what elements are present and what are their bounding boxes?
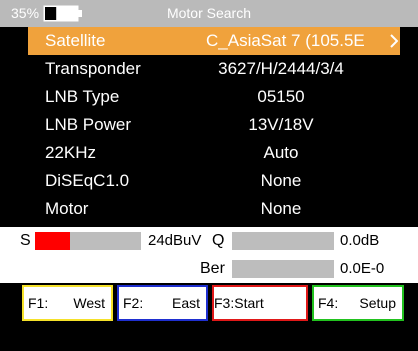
strength-bar <box>35 232 141 250</box>
quality-bar <box>232 232 334 250</box>
fkey-label: Setup <box>359 295 396 311</box>
menu-row-motor[interactable]: Motor None <box>28 195 400 223</box>
signal-panel: S 24dBuV Q 0.0dB Ber 0.0E-0 <box>0 227 418 283</box>
menu-row-diseqc[interactable]: DiSEqC1.0 None <box>28 167 400 195</box>
fkey-number: F2: <box>123 295 144 311</box>
menu-row-lnb-type[interactable]: LNB Type 05150 <box>28 83 400 111</box>
menu-label: 22KHz <box>45 143 97 162</box>
settings-menu: Satellite C_AsiaSat 7 (105.5E Transponde… <box>28 27 400 223</box>
status-bar: 35% Motor Search <box>0 0 418 27</box>
menu-label: DiSEqC1.0 <box>45 171 130 190</box>
menu-row-lnb-power[interactable]: LNB Power 13V/18V <box>28 111 400 139</box>
fkey-label: West <box>73 295 105 311</box>
f4-setup-button[interactable]: F4: Setup <box>312 285 404 321</box>
menu-value: 3627/H/2444/3/4 <box>218 59 344 78</box>
strength-bar-fill <box>35 232 70 250</box>
screen-title: Motor Search <box>166 5 252 21</box>
menu-label: Motor <box>45 199 89 218</box>
menu-row-22khz[interactable]: 22KHz Auto <box>28 139 400 167</box>
menu-row-transponder[interactable]: Transponder 3627/H/2444/3/4 <box>28 55 400 83</box>
fkey-label: F3:Start Search <box>214 295 264 343</box>
fkey-number: F4: <box>318 295 339 311</box>
function-key-bar: F1: West F2: East F3:Start Search F4: Se… <box>22 283 406 343</box>
menu-label: LNB Power <box>45 115 131 134</box>
f3-start-search-button[interactable]: F3:Start Search <box>212 285 308 343</box>
quality-label: Q <box>212 232 225 249</box>
ber-bar <box>232 260 334 278</box>
f2-east-button[interactable]: F2: East <box>117 285 208 321</box>
menu-value: C_AsiaSat 7 (105.5E <box>206 31 365 50</box>
menu-value: Auto <box>263 143 299 162</box>
fkey-number: F1: <box>28 295 49 311</box>
strength-label: S <box>20 232 31 249</box>
quality-value: 0.0dB <box>340 232 380 249</box>
f1-west-button[interactable]: F1: West <box>22 285 113 321</box>
ber-value: 0.0E-0 <box>340 260 385 277</box>
menu-label: Satellite <box>45 31 106 50</box>
strength-value: 24dBuV <box>148 232 202 249</box>
ber-label: Ber <box>200 260 225 277</box>
menu-row-satellite[interactable]: Satellite C_AsiaSat 7 (105.5E <box>28 27 400 55</box>
menu-label: Transponder <box>45 59 141 78</box>
menu-value: 05150 <box>257 87 305 106</box>
menu-value: None <box>260 171 302 190</box>
chevron-right-icon[interactable] <box>390 34 398 48</box>
fkey-label: East <box>171 295 200 311</box>
menu-label: LNB Type <box>45 87 120 106</box>
menu-value: None <box>260 199 302 218</box>
menu-value: 13V/18V <box>248 115 314 134</box>
